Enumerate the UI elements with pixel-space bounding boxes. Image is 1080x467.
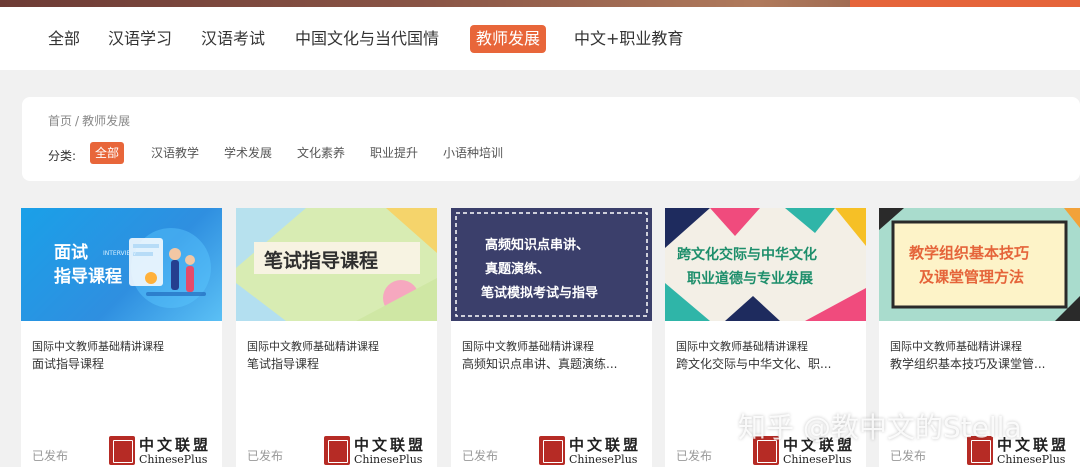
logo-chinese-text: 中文联盟 <box>569 436 642 454</box>
breadcrumb: 首页 / 教师发展 <box>48 112 130 129</box>
thumbnail-title-line: 高频知识点串讲、 <box>485 238 590 253</box>
top-banner-strip <box>0 0 1080 7</box>
filter-chip-academic[interactable]: 学术发展 <box>219 142 277 164</box>
logo-english-text: ChinesePlus <box>139 453 208 466</box>
thumbnail-subtitle: INTERVIEW <box>103 250 137 257</box>
filter-chip-teaching[interactable]: 汉语教学 <box>146 142 204 164</box>
filter-chip-culture[interactable]: 文化素养 <box>292 142 350 164</box>
logo-english-text: ChinesePlus <box>783 453 852 466</box>
nav-item-vocational[interactable]: 中文+职业教育 <box>568 25 689 53</box>
filter-chip-minor-languages[interactable]: 小语种培训 <box>438 142 508 164</box>
card-title[interactable]: 笔试指导课程 <box>247 355 429 372</box>
card-series: 国际中文教师基础精讲课程 <box>32 340 164 353</box>
logo-english-text: ChinesePlus <box>997 453 1066 466</box>
card-series: 国际中文教师基础精讲课程 <box>676 340 808 353</box>
card-status: 已发布 <box>462 449 499 463</box>
logo-english-text: ChinesePlus <box>354 453 423 466</box>
nav-item-teacher-development[interactable]: 教师发展 <box>470 25 547 53</box>
filter-panel: 首页 / 教师发展 分类: 全部 汉语教学 学术发展 文化素养 职业提升 小语种培训 <box>22 97 1080 181</box>
thumbnail-title-line: 笔试模拟考试与指导 <box>481 286 599 301</box>
card-title[interactable]: 高频知识点串讲、真题演练... <box>462 355 644 372</box>
top-nav: 全部 汉语学习 汉语考试 中国文化与当代国情 教师发展 中文+职业教育 <box>0 7 1080 70</box>
nav-item-all[interactable]: 全部 <box>42 25 86 53</box>
frame-decoration <box>455 212 648 317</box>
seal-icon <box>109 436 135 465</box>
course-card[interactable]: 笔试指导课程 国际中文教师基础精讲课程 笔试指导课程 已发布 中文联盟 Chin… <box>236 208 437 467</box>
course-thumbnail[interactable]: 面试 指导课程 INTERVIEW <box>21 208 222 321</box>
card-series: 国际中文教师基础精讲课程 <box>462 340 594 353</box>
card-series: 国际中文教师基础精讲课程 <box>890 340 1022 353</box>
course-thumbnail[interactable]: 跨文化交际与中华文化 职业道德与专业发展 <box>665 208 866 321</box>
frame-decoration <box>879 208 1080 321</box>
thumbnail-title-line: 跨文化交际与中华文化 <box>677 247 817 263</box>
nav-item-chinese-exams[interactable]: 汉语考试 <box>195 25 271 53</box>
thumbnail-title-line: 笔试指导课程 <box>264 250 379 272</box>
breadcrumb-home[interactable]: 首页 <box>48 114 72 128</box>
filter-chip-all[interactable]: 全部 <box>90 142 125 164</box>
thumbnail-title-line: 及课堂管理方法 <box>919 268 1025 286</box>
chineseplus-logo: 中文联盟 ChinesePlus <box>324 434 436 467</box>
filter-chip-career[interactable]: 职业提升 <box>365 142 423 164</box>
logo-chinese-text: 中文联盟 <box>139 436 212 454</box>
breadcrumb-current: 教师发展 <box>82 114 131 128</box>
card-status: 已发布 <box>247 449 284 463</box>
card-status: 已发布 <box>32 449 69 463</box>
logo-chinese-text: 中文联盟 <box>354 436 427 454</box>
seal-icon <box>324 436 350 465</box>
chineseplus-logo: 中文联盟 ChinesePlus <box>539 434 651 467</box>
thumbnail-title-line: 教学组织基本技巧 <box>909 244 1030 262</box>
thumbnail-title-line: 指导课程 <box>54 267 122 287</box>
course-card[interactable]: 高频知识点串讲、 真题演练、 笔试模拟考试与指导 国际中文教师基础精讲课程 高频… <box>451 208 652 467</box>
course-thumbnail[interactable]: 高频知识点串讲、 真题演练、 笔试模拟考试与指导 <box>451 208 652 321</box>
thumbnail-title-line: 真题演练、 <box>485 262 551 277</box>
thumbnail-title-line: 面试 <box>54 243 88 263</box>
logo-english-text: ChinesePlus <box>569 453 638 466</box>
colorful-triangles-background <box>665 208 866 321</box>
seal-icon <box>539 436 565 465</box>
breadcrumb-separator: / <box>75 114 80 128</box>
card-title[interactable]: 教学组织基本技巧及课堂管... <box>890 355 1072 372</box>
card-title[interactable]: 面试指导课程 <box>32 355 214 372</box>
chineseplus-logo: 中文联盟 ChinesePlus <box>109 434 221 467</box>
category-label: 分类: <box>48 149 77 163</box>
card-series: 国际中文教师基础精讲课程 <box>247 340 379 353</box>
nav-item-culture[interactable]: 中国文化与当代国情 <box>289 25 445 53</box>
course-thumbnail[interactable]: 教学组织基本技巧 及课堂管理方法 <box>879 208 1080 321</box>
card-status: 已发布 <box>676 449 713 463</box>
card-status: 已发布 <box>890 449 927 463</box>
thumbnail-title-line: 职业道德与专业发展 <box>687 271 813 287</box>
course-thumbnail[interactable]: 笔试指导课程 <box>236 208 437 321</box>
course-card[interactable]: 面试 指导课程 INTERVIEW 国际中文教师基础精讲课程 面试指导课程 已发… <box>21 208 222 467</box>
card-title[interactable]: 跨文化交际与中华文化、职... <box>676 355 858 372</box>
zhihu-watermark: 知乎 @教中文的Stella <box>738 411 1022 444</box>
nav-item-chinese-learning[interactable]: 汉语学习 <box>102 25 178 53</box>
